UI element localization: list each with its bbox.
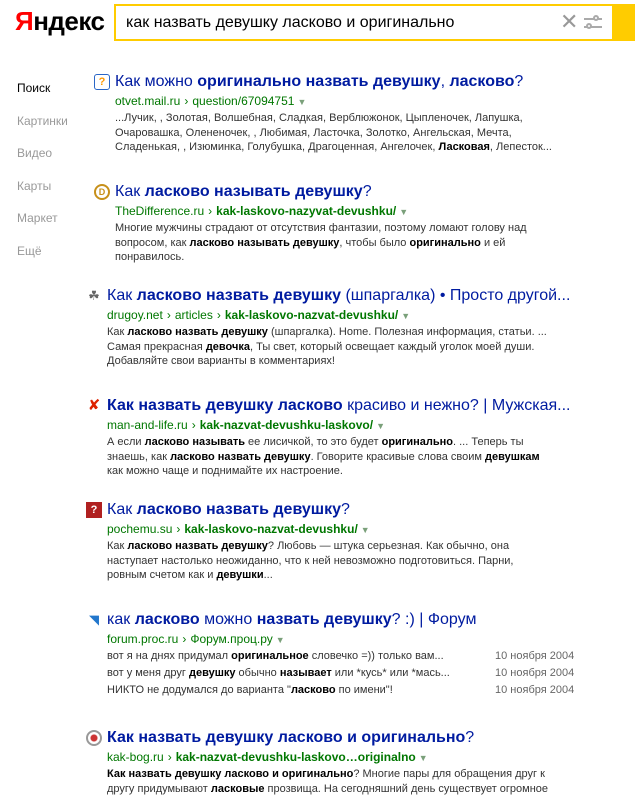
result-snippet: ...Лучик, , Золотая, Волшебная, Сладкая,… [115,112,552,153]
search-scope-nav: Поиск Картинки Видео Карты Маркет Ещё [17,80,68,275]
post-date: 10 ноября 2004 [495,650,575,662]
nav-item-0[interactable]: Поиск [17,80,68,113]
result-title-link[interactable]: Как можно оригинально назвать девушку, л… [115,72,523,92]
drugoy-icon: ☘ [88,288,100,303]
post-date: 10 ноября 2004 [495,684,575,696]
forum-post-row[interactable]: НИКТО не додумался до варианта "ласково … [107,683,607,700]
kak-bog-icon [86,730,102,746]
settings-icon[interactable] [584,15,602,31]
search-input[interactable]: как назвать девушку ласково и оригинальн… [126,14,454,32]
result-url[interactable]: otvet.mail.ru › question/67094751 ▼ [115,94,306,109]
header: Яндекс как назвать девушку ласково и ори… [0,0,635,50]
url-menu-chevron-down-icon[interactable]: ▼ [416,753,428,763]
result-snippet: вот я на днях придумал оригинальное слов… [107,649,607,700]
pochemu-icon: ? [86,502,102,518]
nav-item-1[interactable]: Картинки [17,113,68,146]
man-and-life-icon: ✘ [87,397,101,414]
result-snippet: Как ласково назвать девушку (шпаргалка).… [107,326,547,367]
result-url[interactable]: man-and-life.ru › kak-nazvat-devushku-lask… [107,418,385,433]
clear-icon[interactable]: ✕ [560,11,578,33]
thedifference-icon: D [94,184,110,200]
result-url[interactable]: drugoy.net › articles › kak-laskovo-nazvat-d… [107,308,410,323]
url-menu-chevron-down-icon[interactable]: ▼ [396,207,408,217]
url-menu-chevron-down-icon[interactable]: ▼ [373,421,385,431]
url-menu-chevron-down-icon[interactable]: ▼ [273,635,285,645]
search-button[interactable] [612,4,635,41]
forum-post-row[interactable]: вот у меня друг девушку обычно называет … [107,666,607,683]
result-title-link[interactable]: Как ласково назвать девушку? [107,500,350,520]
mail-answers-icon: ? [94,74,110,90]
nav-item-2[interactable]: Видео [17,145,68,178]
result-url[interactable]: kak-bog.ru › kak-nazvat-devushku-laskovo…o… [107,750,428,765]
yandex-logo[interactable]: Яндекс [15,6,105,37]
search-box: как назвать девушку ласково и оригинальн… [114,4,614,41]
url-menu-chevron-down-icon[interactable]: ▼ [398,311,410,321]
result-url[interactable]: TheDifference.ru › kak-laskovo-nazyvat-dev… [115,204,408,219]
forum-post-row[interactable]: вот я на днях придумал оригинальное слов… [107,649,607,666]
result-snippet: Как назвать девушку ласково и оригинальн… [107,768,549,795]
url-menu-chevron-down-icon[interactable]: ▼ [294,97,306,107]
result-title-link[interactable]: Как ласково назвать девушку (шпаргалка) … [107,286,570,306]
result-snippet: Как ласково назвать девушку? Любовь — шт… [107,540,514,581]
result-title-link[interactable]: Как назвать девушку ласково красиво и не… [107,396,570,416]
nav-item-4[interactable]: Маркет [17,210,68,243]
url-menu-chevron-down-icon[interactable]: ▼ [358,525,370,535]
result-url[interactable]: pochemu.su › kak-laskovo-nazvat-devushku/▼ [107,522,370,537]
result-snippet: А если ласково называть ее лисичкой, то … [107,436,540,477]
result-snippet: Многие мужчины страдают от отсутствия фа… [115,222,527,263]
result-url[interactable]: forum.proc.ru › Форум.проц.ру ▼ [107,632,285,647]
result-title-link[interactable]: как ласково можно назвать девушку? :) | … [107,610,476,630]
result-title-link[interactable]: Как назвать девушку ласково и оригинальн… [107,728,474,748]
forum-proc-icon: ◥ [89,612,99,627]
result-title-link[interactable]: Как ласково называть девушку? [115,182,372,202]
nav-item-3[interactable]: Карты [17,178,68,211]
post-date: 10 ноября 2004 [495,667,575,679]
nav-item-5[interactable]: Ещё [17,243,68,276]
